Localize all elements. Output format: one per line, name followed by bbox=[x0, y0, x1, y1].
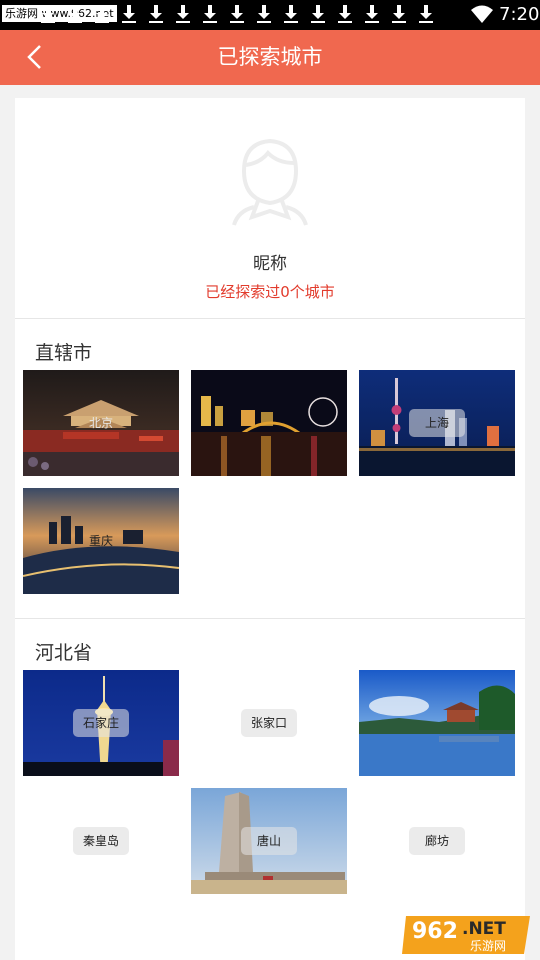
download-icon bbox=[283, 4, 299, 24]
city-label: 北京 bbox=[88, 416, 113, 430]
logo-cn: 乐游网 bbox=[470, 939, 506, 953]
download-icon bbox=[310, 4, 326, 24]
city-tile-beijing[interactable]: 北京 bbox=[23, 370, 179, 476]
logo-number: 962 bbox=[412, 919, 458, 944]
city-tile-chengde[interactable] bbox=[359, 670, 515, 776]
status-time: 7:20 bbox=[499, 4, 540, 25]
city-tile-shijiazhuang[interactable]: 石家庄 bbox=[23, 670, 179, 776]
user-avatar-icon[interactable] bbox=[230, 133, 310, 228]
section-title-hebei: 河北省 bbox=[35, 642, 93, 664]
download-icon bbox=[67, 4, 83, 24]
page-title: 已探索城市 bbox=[217, 45, 323, 69]
download-icon bbox=[202, 4, 218, 24]
download-icon bbox=[418, 4, 434, 24]
download-icon bbox=[229, 4, 245, 24]
city-label: 廊坊 bbox=[409, 827, 465, 855]
explored-count: 已经探索过0个城市 bbox=[205, 283, 335, 301]
download-icon bbox=[40, 4, 56, 24]
city-label: 石家庄 bbox=[73, 709, 129, 737]
city-tile-qinhuangdao[interactable]: 秦皇岛 bbox=[23, 788, 179, 894]
city-label: 张家口 bbox=[241, 709, 297, 737]
divider bbox=[15, 618, 525, 619]
download-icon bbox=[121, 4, 137, 24]
download-icon bbox=[94, 4, 110, 24]
download-icon bbox=[256, 4, 272, 24]
download-icon bbox=[148, 4, 164, 24]
app-bar: 已探索城市 bbox=[0, 30, 540, 85]
site-logo: 962 .NET 乐游网 bbox=[402, 910, 536, 956]
nickname: 昵称 bbox=[253, 254, 287, 274]
download-icon bbox=[337, 4, 353, 24]
city-tile-shanghai[interactable]: 上海 bbox=[359, 370, 515, 476]
download-icon bbox=[391, 4, 407, 24]
city-photo bbox=[191, 370, 347, 476]
city-tile-langfang[interactable]: 廊坊 bbox=[359, 788, 515, 894]
city-label: 秦皇岛 bbox=[73, 827, 129, 855]
section-title-municipalities: 直辖市 bbox=[35, 342, 93, 364]
city-label: 重庆 bbox=[88, 534, 113, 548]
download-icon bbox=[175, 4, 191, 24]
wifi-icon bbox=[470, 4, 494, 24]
download-icon bbox=[364, 4, 380, 24]
status-bar: 乐游网 www.962.net 7:20 bbox=[0, 0, 540, 30]
city-tile-zhangjiakou[interactable]: 张家口 bbox=[191, 670, 347, 776]
city-photo bbox=[359, 670, 515, 776]
city-label: 唐山 bbox=[241, 827, 297, 855]
city-label: 上海 bbox=[409, 409, 465, 437]
content-card: 昵称 已经探索过0个城市 直辖市 北京 上海 重庆 河北省 石家庄 张家口 秦皇… bbox=[15, 98, 525, 960]
city-tile-tianjin[interactable] bbox=[191, 370, 347, 476]
city-tile-chongqing[interactable]: 重庆 bbox=[23, 488, 179, 594]
divider bbox=[15, 318, 525, 319]
city-tile-tangshan[interactable]: 唐山 bbox=[191, 788, 347, 894]
logo-suffix: .NET bbox=[462, 919, 506, 939]
